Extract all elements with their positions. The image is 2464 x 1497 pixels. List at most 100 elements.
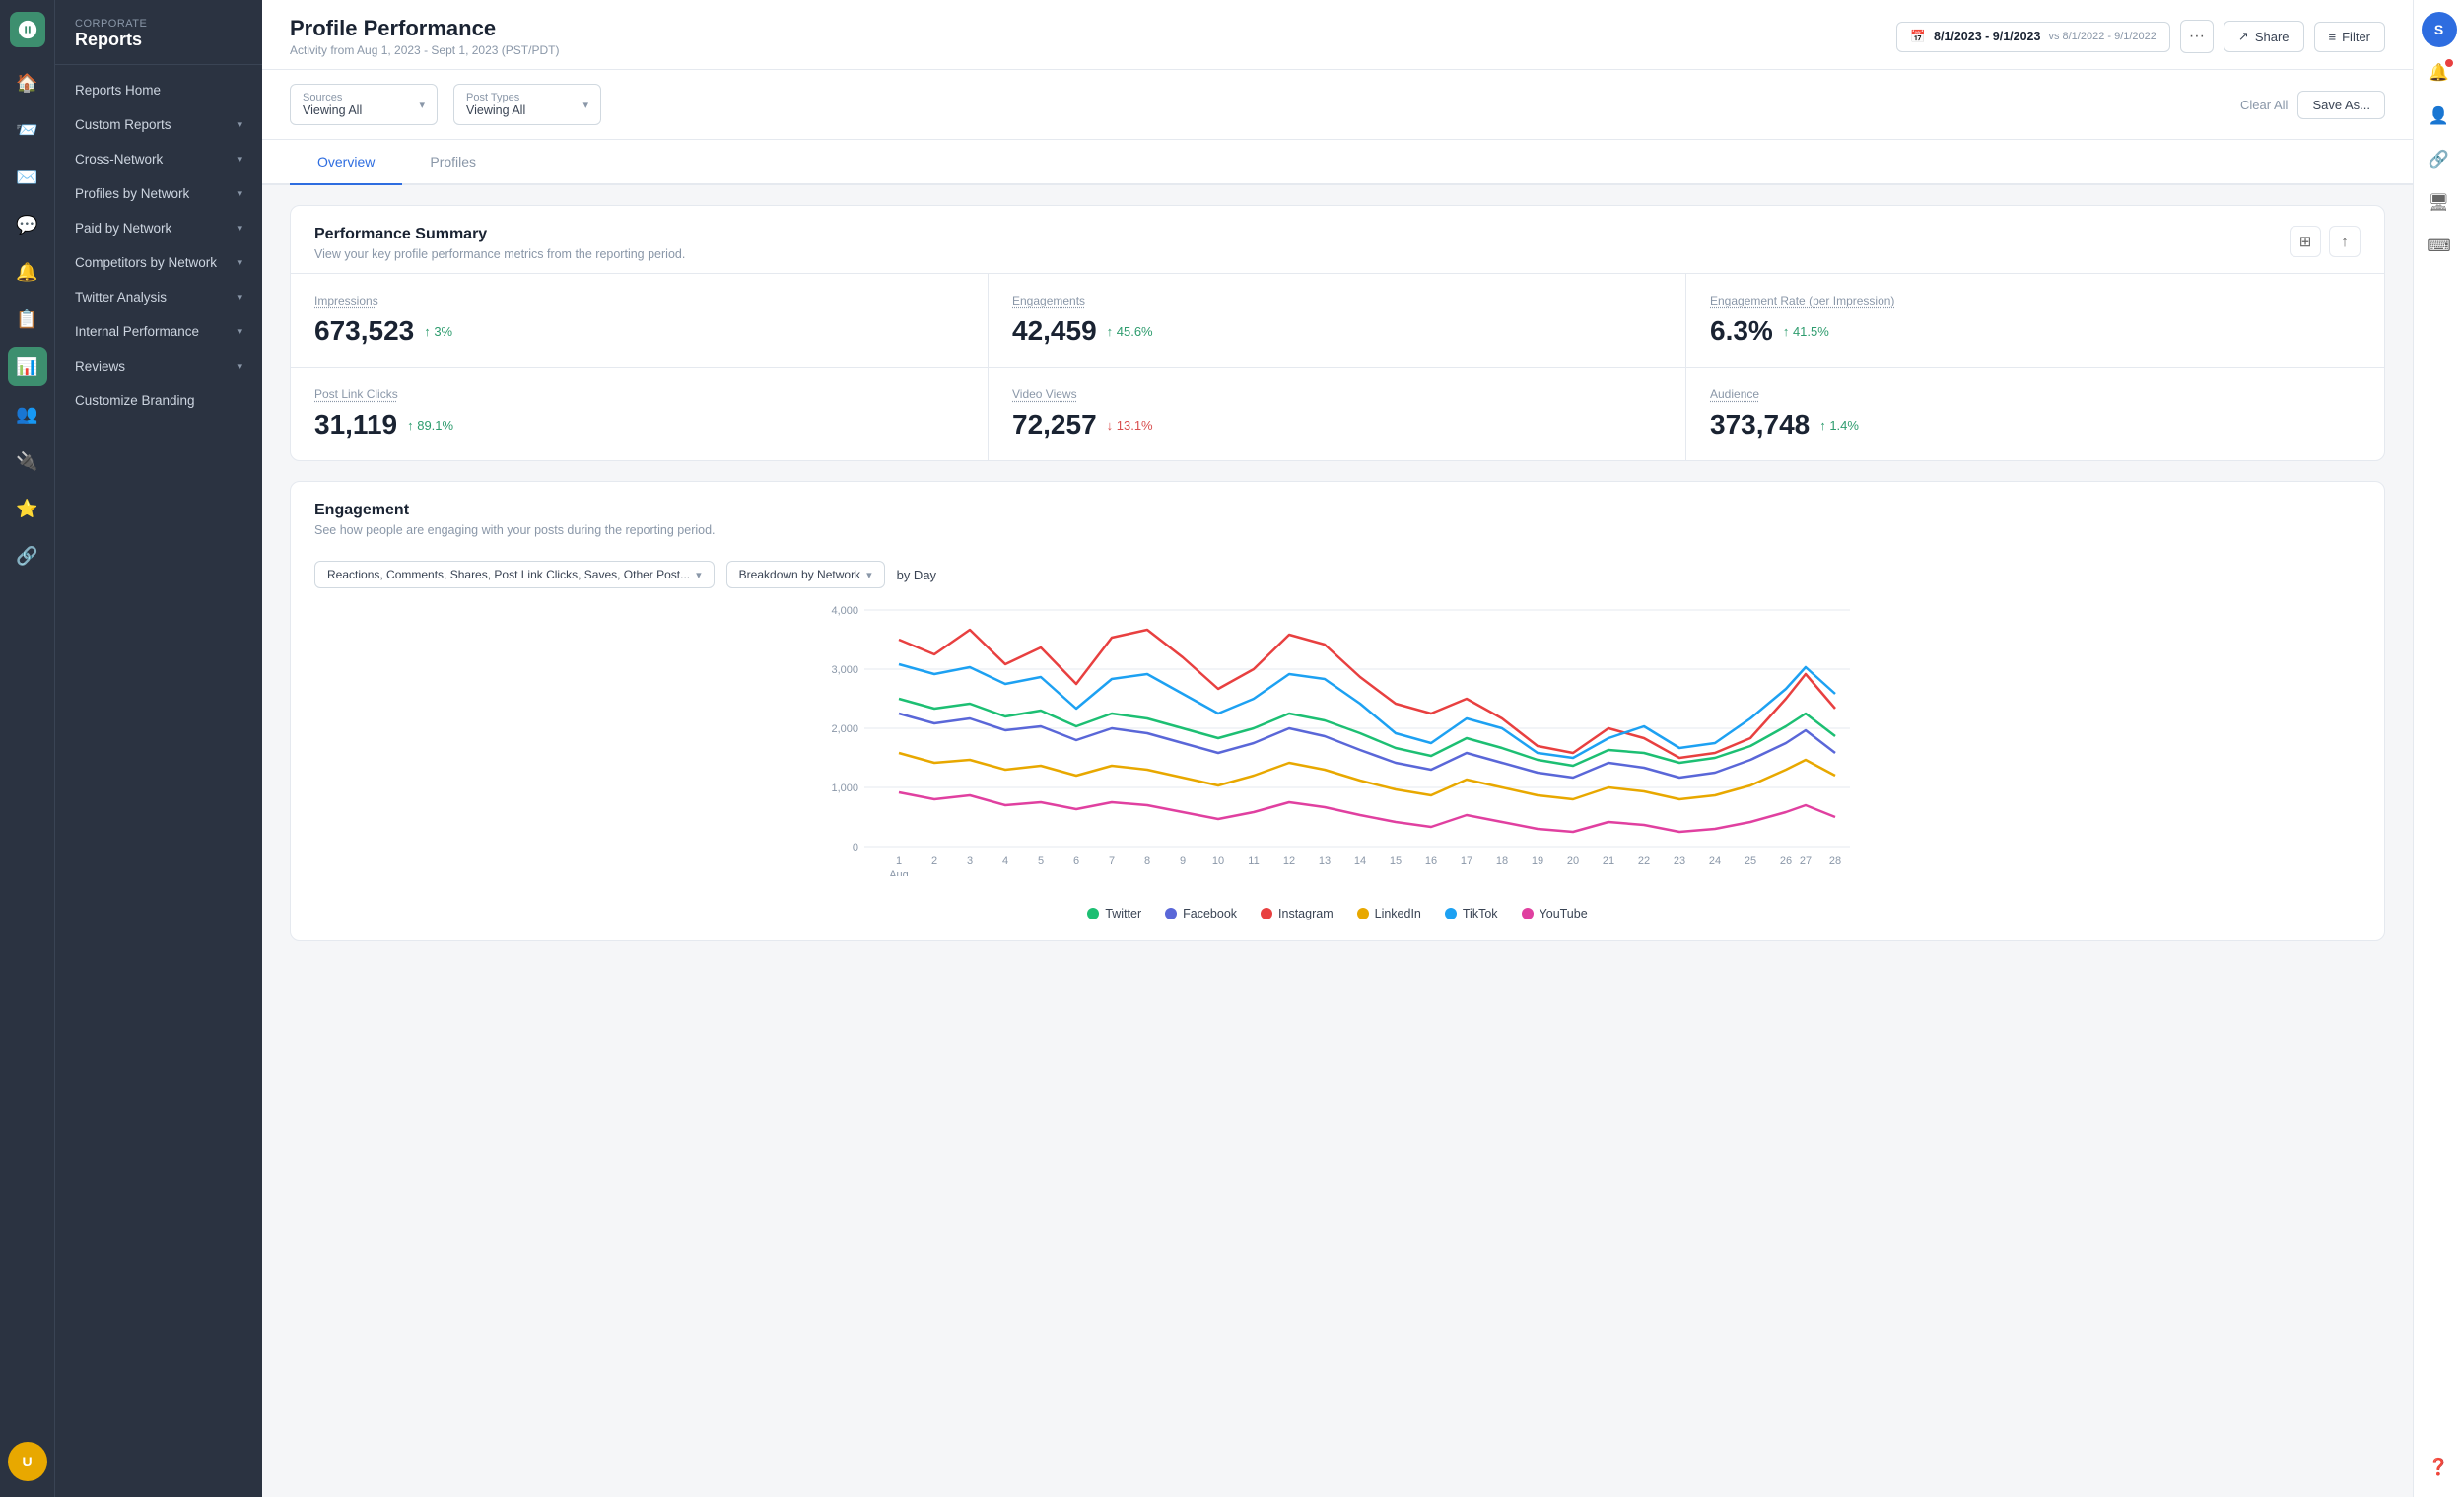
legend-twitter: Twitter <box>1087 907 1141 920</box>
engagements-value: 42,459 ↑ 45.6% <box>1012 315 1662 347</box>
audience-value: 373,748 ↑ 1.4% <box>1710 409 2361 441</box>
nav-groups-icon[interactable]: 🔗 <box>8 536 47 576</box>
tab-profiles[interactable]: Profiles <box>402 140 504 185</box>
monitor-button[interactable]: 🖥 <box>2422 185 2457 221</box>
svg-text:12: 12 <box>1283 855 1295 867</box>
sources-label-area: Sources Viewing All <box>303 92 362 117</box>
chevron-icon: ▾ <box>237 222 242 235</box>
activity-button[interactable]: 👤 <box>2422 99 2457 134</box>
breakdown-dropdown-chevron: ▾ <box>866 569 872 581</box>
grid-view-button[interactable]: ⊞ <box>2290 226 2321 257</box>
card-header-actions: ⊞ ↑ <box>2290 226 2361 257</box>
metric-impressions: Impressions 673,523 ↑ 3% <box>291 274 989 368</box>
export-button[interactable]: ↑ <box>2329 226 2361 257</box>
notifications-button[interactable]: 🔔 <box>2422 55 2457 91</box>
post-link-clicks-change: ↑ 89.1% <box>407 418 453 433</box>
brand-sub: Corporate <box>75 18 242 30</box>
twitter-legend-dot <box>1087 908 1099 919</box>
chevron-icon: ▾ <box>237 187 242 200</box>
save-as-button[interactable]: Save As... <box>2297 91 2385 119</box>
clear-all-button[interactable]: Clear All <box>2240 91 2288 119</box>
help-button[interactable]: ❓ <box>2422 1450 2457 1485</box>
metrics-dropdown[interactable]: Reactions, Comments, Shares, Post Link C… <box>314 561 715 588</box>
engagements-change: ↑ 45.6% <box>1107 324 1153 339</box>
sidebar-item-twitter-analysis[interactable]: Twitter Analysis ▾ <box>55 280 262 314</box>
nav-people-icon[interactable]: 👥 <box>8 394 47 434</box>
legend-tiktok: TikTok <box>1445 907 1498 920</box>
more-options-button[interactable]: ··· <box>2180 20 2214 53</box>
link-button[interactable]: 🔗 <box>2422 142 2457 177</box>
chevron-icon: ▾ <box>237 153 242 166</box>
filter-actions: Clear All Save As... <box>2240 91 2385 119</box>
nav-analytics-icon[interactable]: 📊 <box>8 347 47 386</box>
header-top: Profile Performance Activity from Aug 1,… <box>290 16 2385 57</box>
svg-text:25: 25 <box>1745 855 1756 867</box>
engagement-title-area: Engagement See how people are engaging w… <box>314 502 716 537</box>
svg-text:16: 16 <box>1425 855 1437 867</box>
nav-campaigns-icon[interactable]: 🔔 <box>8 252 47 292</box>
sources-select[interactable]: Sources Viewing All ▾ <box>290 84 438 125</box>
sidebar-item-profiles-by-network[interactable]: Profiles by Network ▾ <box>55 176 262 211</box>
legend-facebook: Facebook <box>1165 907 1237 920</box>
sidebar-item-internal-performance[interactable]: Internal Performance ▾ <box>55 314 262 349</box>
engagement-card: Engagement See how people are engaging w… <box>290 481 2385 941</box>
nav-inbox-icon[interactable]: 📨 <box>8 110 47 150</box>
nav-engage-icon[interactable]: 💬 <box>8 205 47 244</box>
tabs-bar: Overview Profiles <box>262 140 2413 185</box>
sidebar-item-paid-by-network[interactable]: Paid by Network ▾ <box>55 211 262 245</box>
by-day-label: by Day <box>897 568 936 582</box>
impressions-label: Impressions <box>314 294 964 307</box>
main-content: Profile Performance Activity from Aug 1,… <box>262 0 2413 1497</box>
audience-change: ↑ 1.4% <box>1819 418 1859 433</box>
tab-overview[interactable]: Overview <box>290 140 402 185</box>
instagram-legend-dot <box>1261 908 1272 919</box>
nav-apps-icon[interactable]: 🔌 <box>8 442 47 481</box>
tiktok-legend-label: TikTok <box>1463 907 1498 920</box>
sidebar-item-reports-home[interactable]: Reports Home <box>55 73 262 107</box>
page-body: Performance Summary View your key profil… <box>262 185 2413 1497</box>
svg-text:28: 28 <box>1829 855 1841 867</box>
svg-text:26: 26 <box>1780 855 1792 867</box>
svg-text:15: 15 <box>1390 855 1402 867</box>
chevron-icon: ▾ <box>237 291 242 304</box>
share-button[interactable]: ↗ Share <box>2224 21 2304 52</box>
card-title-area: Performance Summary View your key profil… <box>314 226 685 261</box>
video-views-value: 72,257 ↓ 13.1% <box>1012 409 1662 441</box>
svg-text:7: 7 <box>1109 855 1115 867</box>
nav-home-icon[interactable]: 🏠 <box>8 63 47 102</box>
svg-text:2: 2 <box>931 855 937 867</box>
engagement-card-header: Engagement See how people are engaging w… <box>291 482 2384 549</box>
svg-text:13: 13 <box>1319 855 1331 867</box>
nav-publish-icon[interactable]: ✉️ <box>8 158 47 197</box>
tiktok-legend-dot <box>1445 908 1457 919</box>
right-sidebar: S 🔔 👤 🔗 🖥 ⌨ ❓ <box>2413 0 2464 1497</box>
post-types-select[interactable]: Post Types Viewing All ▾ <box>453 84 601 125</box>
nav-user-avatar[interactable]: U <box>8 1442 47 1481</box>
breakdown-dropdown[interactable]: Breakdown by Network ▾ <box>726 561 885 588</box>
filter-button[interactable]: ≡ Filter <box>2314 22 2385 52</box>
keyboard-button[interactable]: ⌨ <box>2422 229 2457 264</box>
filter-bar: Sources Viewing All ▾ Post Types Viewing… <box>262 70 2413 140</box>
chevron-icon: ▾ <box>237 325 242 338</box>
date-main: 8/1/2023 - 9/1/2023 <box>1934 30 2040 43</box>
sidebar-item-competitors-by-network[interactable]: Competitors by Network ▾ <box>55 245 262 280</box>
nav-listening-icon[interactable]: 📋 <box>8 300 47 339</box>
impressions-change: ↑ 3% <box>424 324 452 339</box>
performance-summary-card: Performance Summary View your key profil… <box>290 205 2385 461</box>
user-avatar-button[interactable]: S <box>2422 12 2457 47</box>
sidebar-item-custom-reports[interactable]: Custom Reports ▾ <box>55 107 262 142</box>
metric-engagements: Engagements 42,459 ↑ 45.6% <box>989 274 1686 368</box>
chevron-icon: ▾ <box>237 256 242 269</box>
sidebar-item-cross-network[interactable]: Cross-Network ▾ <box>55 142 262 176</box>
engagement-rate-change: ↑ 41.5% <box>1783 324 1829 339</box>
svg-text:9: 9 <box>1180 855 1186 867</box>
brand-area: Corporate Reports <box>55 0 262 65</box>
app-logo[interactable] <box>10 12 45 47</box>
svg-text:8: 8 <box>1144 855 1150 867</box>
sidebar-item-reviews[interactable]: Reviews ▾ <box>55 349 262 383</box>
legend-instagram: Instagram <box>1261 907 1334 920</box>
nav-star-icon[interactable]: ⭐ <box>8 489 47 528</box>
sidebar-item-customize-branding[interactable]: Customize Branding <box>55 383 262 418</box>
svg-text:23: 23 <box>1674 855 1685 867</box>
date-range-button[interactable]: 📅 8/1/2023 - 9/1/2023 vs 8/1/2022 - 9/1/… <box>1896 22 2169 52</box>
